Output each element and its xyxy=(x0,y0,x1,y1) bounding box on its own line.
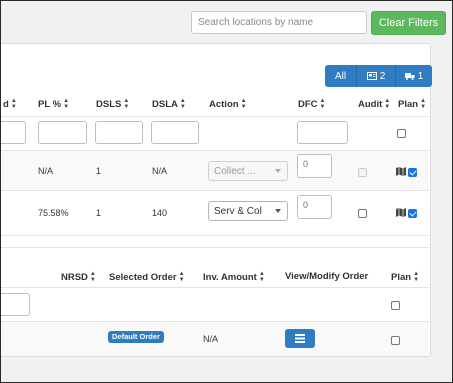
chevron-down-icon xyxy=(275,209,281,213)
dfc-number-input[interactable]: 0 xyxy=(297,154,332,178)
column-header-plan[interactable]: Plan ▲ ▼ xyxy=(398,98,426,110)
map-icon[interactable] xyxy=(396,208,406,217)
sort-icon: ▲ ▼ xyxy=(413,271,420,283)
plan-select-all-checkbox[interactable] xyxy=(391,301,400,310)
cell-inv-amount: N/A xyxy=(203,334,219,344)
cell-dsla: N/A xyxy=(152,166,168,176)
cell-pl-pct: N/A xyxy=(38,166,54,176)
view-type-a-button[interactable]: 2 xyxy=(357,65,396,87)
image-card-icon xyxy=(366,72,377,80)
plan-select-all-checkbox[interactable] xyxy=(397,129,406,138)
filter-input-dsls[interactable] xyxy=(95,121,143,144)
map-icon[interactable] xyxy=(396,167,406,176)
dfc-number-input[interactable]: 0 xyxy=(297,195,332,219)
cell-dsls: 1 xyxy=(96,208,102,218)
truck-icon xyxy=(404,73,415,80)
view-all-label: All xyxy=(334,70,347,82)
sort-icon: ▲ ▼ xyxy=(240,98,247,110)
column-header-view-modify: View/Modify Order xyxy=(285,271,369,282)
view-type-a-count: 2 xyxy=(379,70,386,82)
default-order-badge: Default Order xyxy=(108,331,164,343)
audit-checkbox[interactable] xyxy=(358,209,367,218)
chevron-down-icon xyxy=(275,169,281,173)
cell-dsls: 1 xyxy=(96,166,102,176)
filter-input-dsla[interactable] xyxy=(151,121,199,144)
view-type-b-button[interactable]: 1 xyxy=(396,65,432,87)
filter-input-pl-pct[interactable] xyxy=(38,121,87,144)
sort-icon: ▲ ▼ xyxy=(179,98,186,110)
column-header-pl-pct[interactable]: PL % ▲ ▼ xyxy=(38,98,69,110)
sort-icon: ▲ ▼ xyxy=(319,98,326,110)
column-header-audit[interactable]: Audit ▲ ▼ xyxy=(358,98,390,110)
search-input[interactable] xyxy=(191,11,367,34)
action-select[interactable]: Collect ... xyxy=(208,161,288,181)
view-type-b-count: 1 xyxy=(417,70,424,82)
column-header-dfc[interactable]: DFC ▲ ▼ xyxy=(298,98,325,110)
sort-icon: ▲ ▼ xyxy=(258,271,265,283)
sort-icon: ▲ ▼ xyxy=(178,271,185,283)
column-header-inv-amount[interactable]: Inv. Amount ▲ ▼ xyxy=(203,271,265,283)
plan-checkbox[interactable] xyxy=(408,209,417,218)
sort-icon: ▲ ▼ xyxy=(384,98,391,110)
app-frame: Clear Filters All 2 1 d xyxy=(0,0,453,383)
plan-checkbox[interactable] xyxy=(391,336,400,345)
action-select[interactable]: Serv & Col xyxy=(208,201,288,221)
divider xyxy=(1,116,429,117)
clear-filters-button[interactable]: Clear Filters xyxy=(371,11,446,35)
filter-input-orders[interactable] xyxy=(1,293,30,316)
column-header-dsls[interactable]: DSLS ▲ ▼ xyxy=(96,98,129,110)
column-header-selected-order[interactable]: Selected Order ▲ ▼ xyxy=(109,271,185,283)
plan-checkbox[interactable] xyxy=(408,168,417,177)
filter-input-truncated[interactable] xyxy=(1,121,26,144)
column-header-plan[interactable]: Plan ▲ ▼ xyxy=(391,271,419,283)
sort-icon: ▲ ▼ xyxy=(420,98,427,110)
column-header-action[interactable]: Action ▲ ▼ xyxy=(209,98,247,110)
view-all-button[interactable]: All xyxy=(325,65,357,87)
column-header-nrsd[interactable]: NRSD ▲ ▼ xyxy=(61,271,96,283)
view-toggle-group: All 2 1 xyxy=(325,65,432,87)
column-header-truncated[interactable]: d ▲ ▼ xyxy=(3,98,17,110)
filter-input-dfc[interactable] xyxy=(297,121,348,144)
sort-icon: ▲ ▼ xyxy=(63,98,70,110)
view-modify-order-button[interactable] xyxy=(285,329,315,348)
cell-pl-pct: 75.58% xyxy=(38,208,69,218)
sort-icon: ▲ ▼ xyxy=(89,271,96,283)
column-header-dsla[interactable]: DSLA ▲ ▼ xyxy=(152,98,186,110)
cell-dsla: 140 xyxy=(152,208,168,218)
sort-icon: ▲ ▼ xyxy=(123,98,130,110)
list-icon xyxy=(295,334,305,343)
divider xyxy=(1,247,429,248)
divider xyxy=(1,287,429,288)
sort-icon: ▲ ▼ xyxy=(10,98,17,110)
audit-checkbox[interactable] xyxy=(358,168,367,177)
